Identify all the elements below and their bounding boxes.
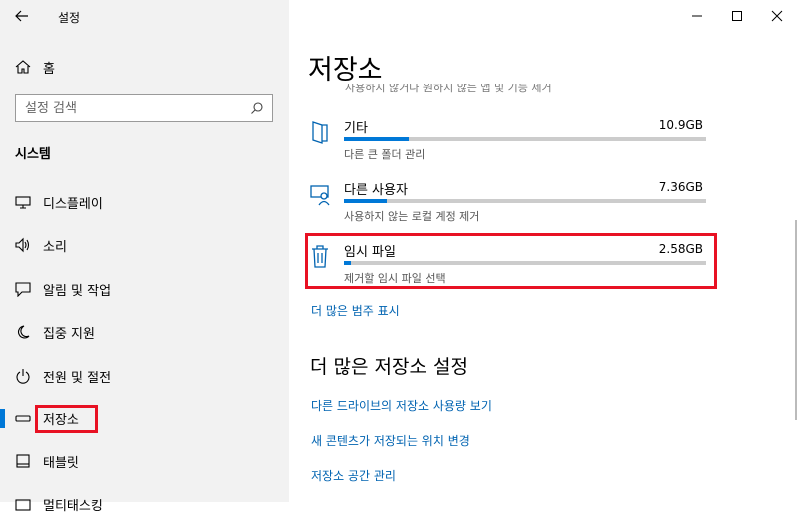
truncated-description: 사용하지 않거나 원하지 않는 앱 및 기능 제거	[345, 84, 552, 94]
monitor-icon	[15, 196, 31, 209]
sidebar-item-focus-assist[interactable]: 집중 지원	[0, 312, 289, 352]
category-name: 기타	[344, 121, 368, 136]
tablet-icon	[16, 454, 30, 468]
manage-storage-spaces-link[interactable]: 저장소 공간 관리	[311, 467, 396, 484]
sidebar-item-power[interactable]: 전원 및 절전	[0, 356, 289, 396]
storage-icon	[15, 415, 31, 422]
user-account-icon	[310, 185, 330, 206]
sidebar-item-sound[interactable]: 소리	[0, 225, 289, 265]
category-size: 7.36GB	[658, 180, 703, 194]
search-input[interactable]	[25, 99, 245, 117]
sidebar-item-notifications[interactable]: 알림 및 작업	[0, 269, 289, 309]
sidebar: 설정 홈 시스템 디스플레이 소리 알림 및 작업	[0, 0, 289, 514]
usage-bar-fill	[344, 137, 410, 141]
sidebar-item-home[interactable]: 홈	[0, 46, 289, 86]
category-other[interactable]: 기타 10.9GB 다른 큰 폴더 관리	[303, 117, 723, 169]
category-name: 다른 사용자	[344, 183, 408, 198]
change-save-location-link[interactable]: 새 콘텐츠가 저장되는 위치 변경	[311, 432, 470, 449]
minimize-button[interactable]	[685, 4, 709, 28]
power-icon	[16, 369, 30, 384]
sidebar-item-display[interactable]: 디스플레이	[0, 182, 289, 222]
scrollbar-thumb[interactable]	[795, 220, 797, 420]
usage-bar	[344, 199, 706, 203]
maximize-icon	[732, 11, 742, 21]
sidebar-item-multitasking[interactable]: 멀티태스킹	[0, 484, 289, 524]
minimize-icon	[692, 15, 702, 17]
sidebar-item-label: 멀티태스킹	[43, 499, 103, 514]
folder-icon	[312, 121, 328, 144]
usage-bar	[344, 137, 706, 141]
back-arrow-icon	[15, 10, 28, 22]
sidebar-item-label: 태블릿	[43, 456, 79, 471]
usage-bar-fill	[344, 199, 388, 203]
speaker-icon	[15, 237, 30, 253]
page-title: 저장소	[308, 55, 383, 86]
multitask-icon	[15, 499, 31, 511]
sidebar-item-label: 소리	[43, 240, 67, 255]
maximize-button[interactable]	[725, 4, 749, 28]
close-button[interactable]	[765, 4, 789, 28]
sidebar-item-label: 집중 지원	[43, 327, 95, 342]
section-title: 시스템	[15, 147, 51, 162]
view-other-drives-link[interactable]: 다른 드라이브의 저장소 사용량 보기	[311, 397, 492, 414]
close-icon	[771, 10, 783, 22]
sidebar-item-tablet[interactable]: 태블릿	[0, 441, 289, 481]
main-content: 저장소 사용하지 않거나 원하지 않는 앱 및 기능 제거 기타 10.9GB …	[289, 0, 800, 502]
storage-highlight-box	[35, 405, 98, 433]
temp-files-highlight-box	[305, 233, 717, 289]
truncated-text-clip: 사용하지 않거나 원하지 않는 앱 및 기능 제거	[289, 84, 800, 96]
sidebar-item-label: 알림 및 작업	[43, 284, 112, 299]
selected-indicator	[0, 409, 5, 428]
back-button[interactable]	[8, 4, 36, 28]
sidebar-item-label: 디스플레이	[43, 197, 103, 212]
home-icon	[15, 60, 31, 74]
sidebar-item-label: 홈	[43, 62, 55, 77]
category-other-users[interactable]: 다른 사용자 7.36GB 사용하지 않는 로컬 계정 제거	[303, 179, 723, 231]
sidebar-item-label: 전원 및 절전	[43, 371, 112, 386]
show-more-categories-link[interactable]: 더 많은 범주 표시	[311, 302, 400, 319]
search-box[interactable]	[15, 94, 273, 122]
more-settings-title: 더 많은 저장소 설정	[310, 356, 468, 378]
category-description: 사용하지 않는 로컬 계정 제거	[344, 210, 480, 223]
notification-icon	[15, 282, 31, 297]
window-title: 설정	[58, 11, 81, 25]
moon-icon	[18, 325, 30, 339]
category-size: 10.9GB	[658, 118, 703, 132]
search-icon[interactable]	[250, 101, 264, 115]
category-description: 다른 큰 폴더 관리	[344, 148, 426, 161]
